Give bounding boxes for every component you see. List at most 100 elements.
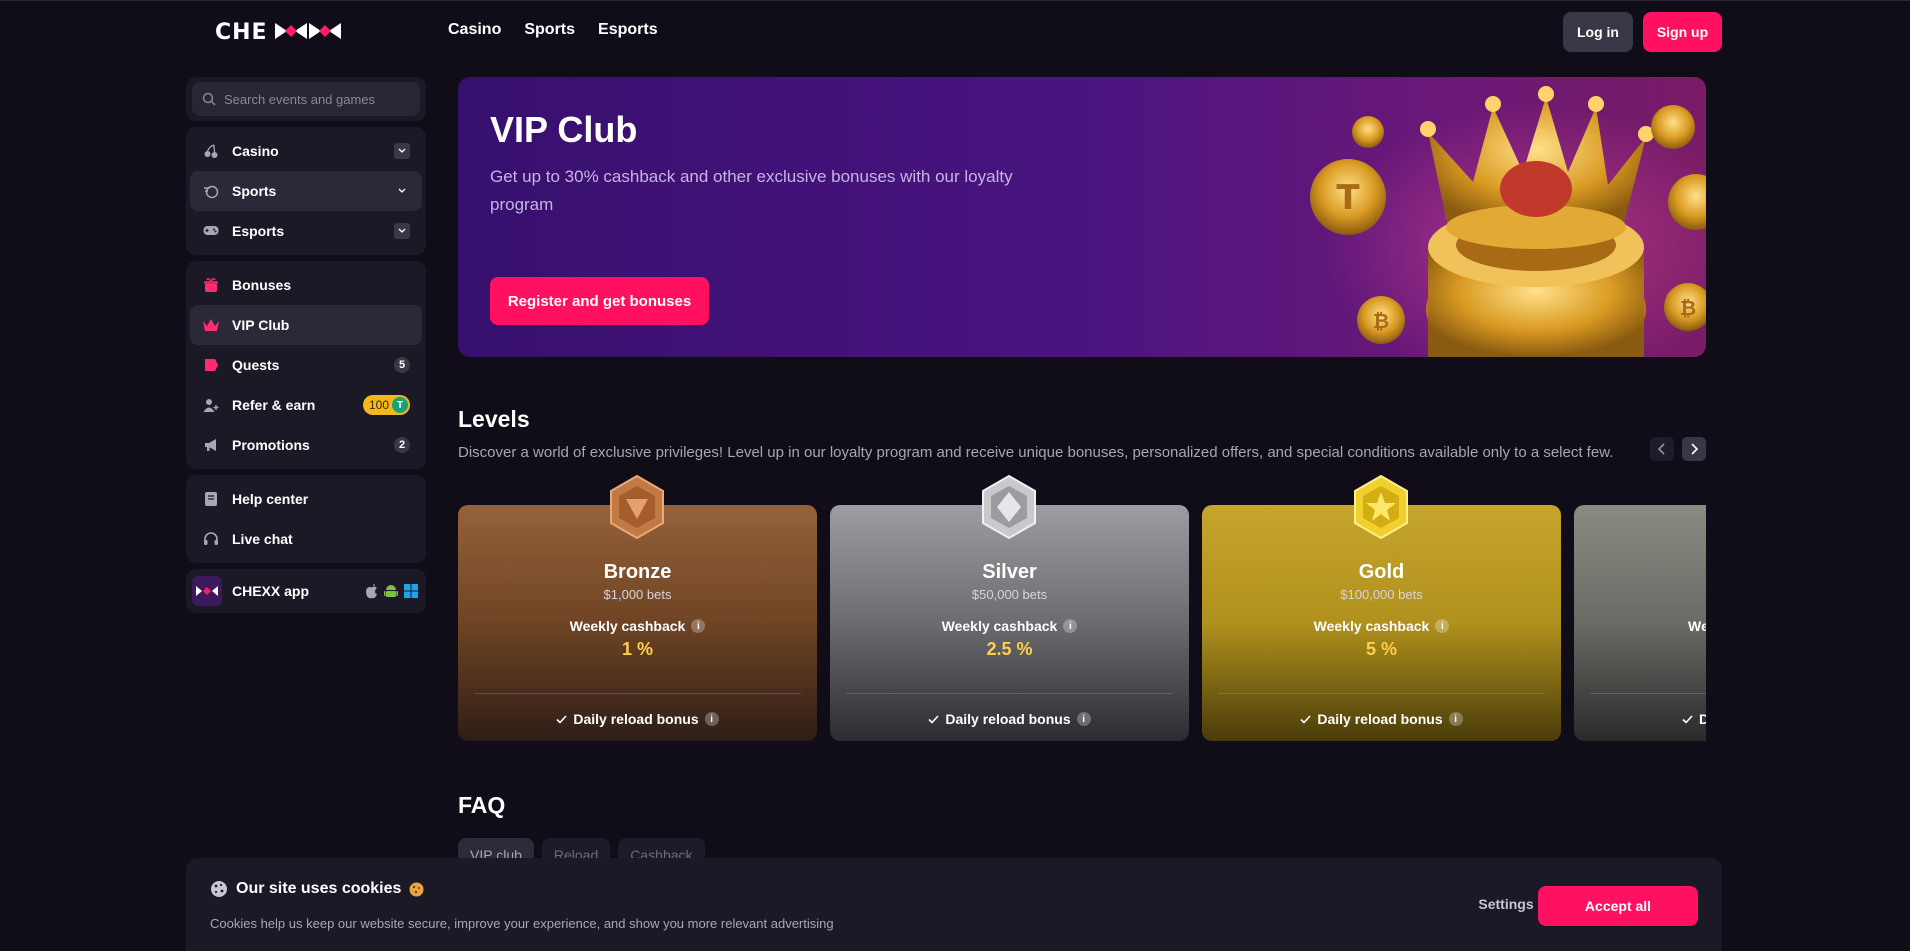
nav-esports[interactable]: Esports [598,21,658,39]
headset-icon [202,530,220,548]
apple-icon[interactable] [365,583,378,599]
register-bonuses-button[interactable]: Register and get bonuses [490,277,709,325]
level-name: Silver [982,561,1037,583]
weekly-cashback-label: Weekly cashback i [458,618,817,634]
cashback-value: 2.5 % [986,639,1033,659]
vip-hero-banner: VIP Club Get up to 30% cashback and othe… [458,77,1706,357]
info-icon[interactable]: i [1448,712,1463,726]
sidebar-item-label: Bonuses [232,277,292,293]
sidebar-item-label: Quests [232,357,280,373]
chexx-logo-mark: CHE [215,20,341,42]
sidebar-item-live-chat[interactable]: Live chat [190,519,422,559]
sidebar-item-sports[interactable]: Sports [190,171,422,211]
info-icon[interactable]: i [704,712,719,726]
info-icon[interactable]: i [1063,619,1078,633]
main-content: VIP Club Get up to 30% cashback and othe… [458,77,1706,357]
cashback-label-text: Weekly cashback [941,618,1058,634]
reload-label: Daily reload bonus [573,711,699,727]
chevron-left-icon [1658,443,1665,455]
weekly-cashback-label: We [1574,618,1706,634]
cashback-label-text: Weekly cashback [569,618,686,634]
level-bets: $1,000 bets [603,587,672,602]
top-bar: CHE Casino Sports Esports Log in Sign up [0,0,1910,62]
sidebar-group-main: Casino Sports Esports [186,127,426,255]
sidebar-item-refer-earn[interactable]: Refer & earn 100 T [190,385,422,425]
cherry-icon [202,142,220,160]
faq-heading: FAQ [458,792,506,818]
info-icon[interactable]: i [1435,619,1450,633]
android-icon[interactable] [384,584,398,599]
check-icon [556,714,567,724]
sidebar-item-promotions[interactable]: Promotions 2 [190,425,422,465]
daily-reload-row: D [1574,711,1706,727]
chevron-down-icon[interactable] [394,223,410,239]
card-divider [1218,693,1545,694]
windows-icon[interactable] [404,584,418,598]
sidebar-group-support: Help center Live chat [186,475,426,563]
level-card-silver[interactable]: Silver $50,000 bets Weekly cashback i 2.… [830,505,1189,741]
app-label: CHEXX app [232,583,310,599]
level-name: Bronze [603,561,672,583]
weekly-cashback-label: Weekly cashback i [830,618,1189,634]
nav-sports[interactable]: Sports [524,21,575,39]
signup-button[interactable]: Sign up [1643,12,1722,52]
sidebar-item-help-center[interactable]: Help center [190,479,422,519]
search-input[interactable] [224,91,404,107]
gift-icon [202,276,220,294]
level-bets: $100,000 bets [1340,587,1423,602]
sidebar-item-label: Sports [232,183,277,199]
sport-icon [202,182,220,200]
svg-text:T: T [1336,178,1360,218]
check-icon [1682,714,1693,724]
crown-coins-illustration: T ₿ ₿ [1278,77,1706,357]
level-card-gold[interactable]: Gold $100,000 bets Weekly cashback i 5 %… [1202,505,1561,741]
app-download-row[interactable]: CHEXX app [186,569,426,613]
search-box[interactable] [192,82,420,116]
gold-badge-icon [1354,474,1408,540]
chevron-down-icon[interactable] [394,143,410,159]
accept-all-button[interactable]: Accept all [1538,886,1698,926]
weekly-cashback-label: Weekly cashback i [1202,618,1561,634]
chevron-down-icon[interactable] [394,183,410,199]
cookie-emoji-icon [409,882,424,896]
levels-prev-button[interactable] [1650,437,1674,461]
bronze-badge-icon [610,474,664,540]
sidebar-item-quests[interactable]: Quests 5 [190,345,422,385]
levels-description: Discover a world of exclusive privileges… [458,444,1614,461]
daily-reload-row: Daily reload bonus i [458,711,817,727]
cashback-value: 1 % [621,639,654,659]
chexx-app-logo [192,576,222,606]
sidebar-item-bonuses[interactable]: Bonuses [190,265,422,305]
sidebar-item-label: VIP Club [232,317,290,333]
cookie-banner: Our site uses cookies Cookies help us ke… [186,858,1722,951]
info-icon[interactable]: i [1076,712,1091,726]
os-icons [365,583,418,599]
cashback-label-text: We [1688,618,1706,634]
sidebar-item-label: Refer & earn [232,397,316,413]
sidebar-item-casino[interactable]: Casino [190,131,422,171]
level-bets: $50,000 bets [971,587,1048,602]
level-card-next[interactable]: We D [1574,505,1706,741]
cookie-title-text: Our site uses cookies [236,880,402,897]
reload-label: D [1699,711,1706,727]
quests-count-badge: 5 [394,357,410,373]
search-icon [202,92,216,106]
cashback-label-text: Weekly cashback [1313,618,1430,634]
sidebar-item-label: Esports [232,223,285,239]
sidebar-item-esports[interactable]: Esports [190,211,422,251]
megaphone-icon [202,436,220,454]
top-nav: Casino Sports Esports [448,21,658,39]
sidebar-item-vip-club[interactable]: VIP Club [190,305,422,345]
chexx-logo[interactable]: CHE [215,18,365,44]
info-icon[interactable]: i [691,619,706,633]
levels-next-button[interactable] [1682,437,1706,461]
gamepad-icon [202,222,220,240]
svg-text:CHE: CHE [215,20,268,42]
search-panel [186,77,426,121]
level-card-bronze[interactable]: Bronze $1,000 bets Weekly cashback i 1 %… [458,505,817,741]
nav-casino[interactable]: Casino [448,21,501,39]
login-button[interactable]: Log in [1563,12,1633,52]
chevron-right-icon [1691,443,1698,455]
hero-title: VIP Club [490,109,638,150]
card-divider [1590,693,1706,694]
